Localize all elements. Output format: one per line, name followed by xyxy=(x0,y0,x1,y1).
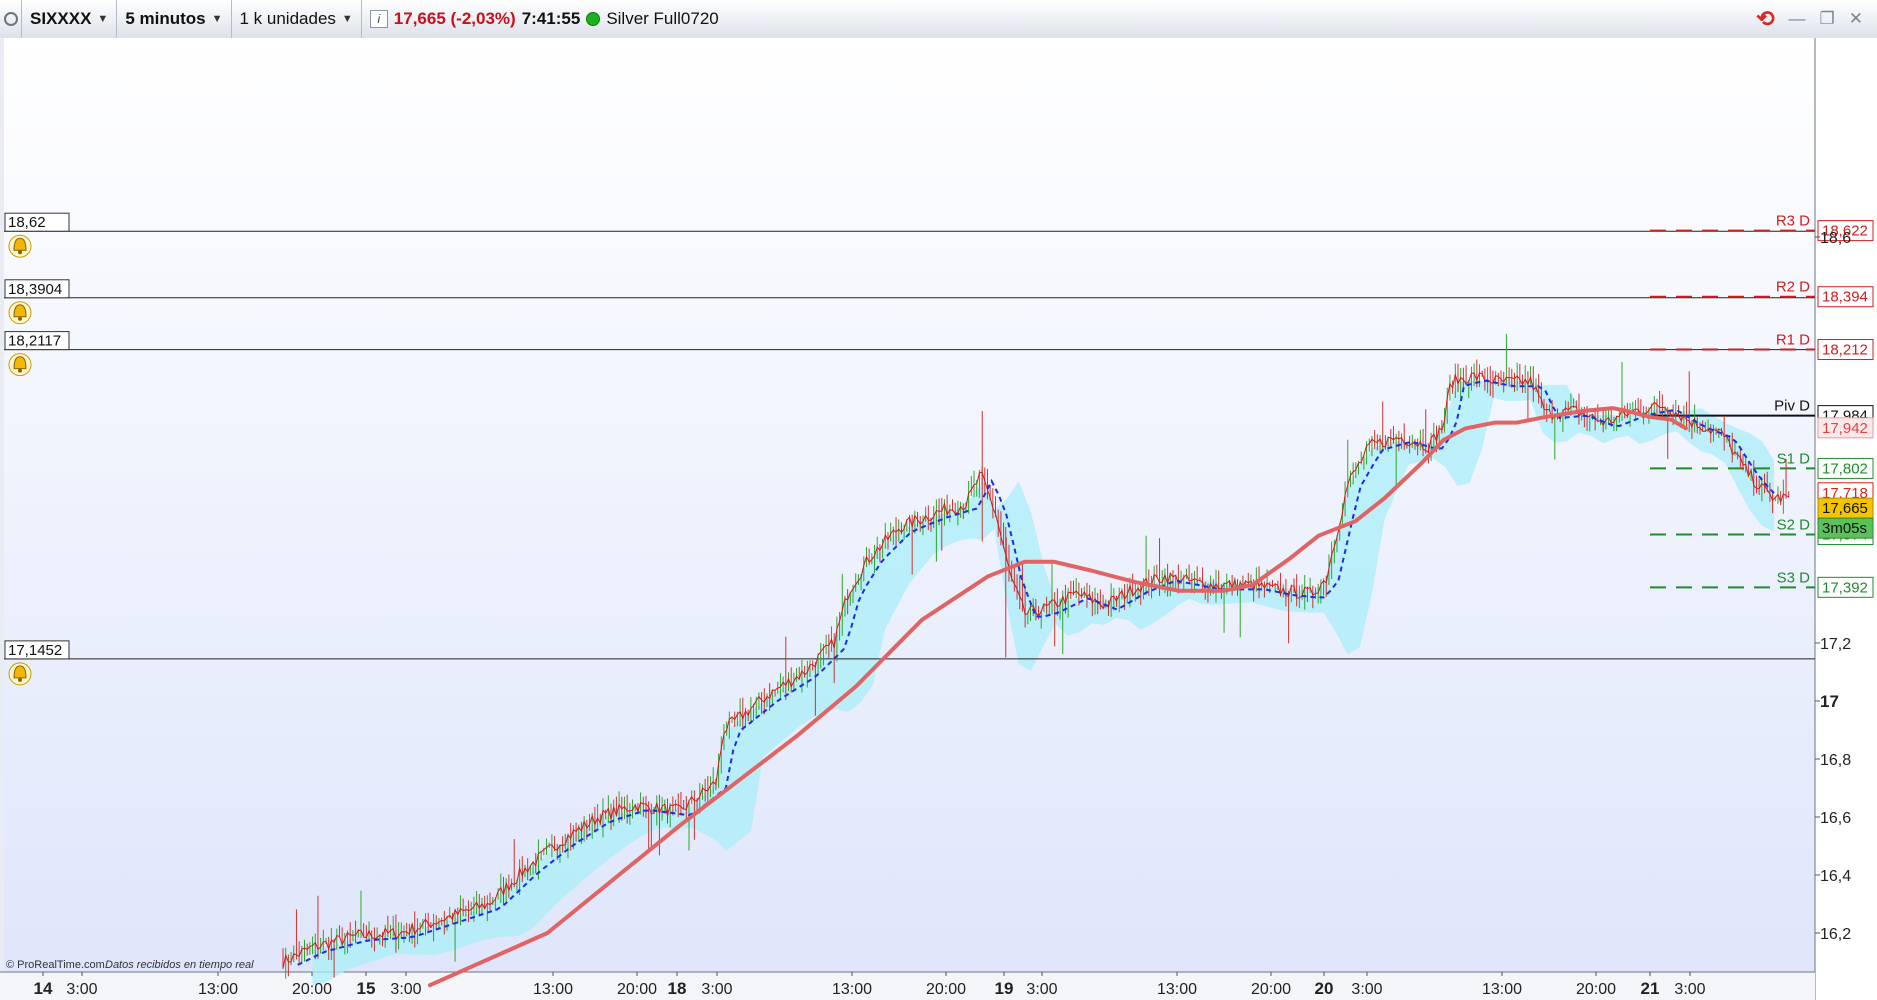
pivot-name: S3 D xyxy=(1777,569,1811,586)
realtime-note: Datos recibidos en tiempo real xyxy=(105,959,254,971)
trading-chart-window: SIXXXX ▼ 5 minutos ▼ 1 k unidades ▼ i 17… xyxy=(0,0,1877,1000)
pivot-name: R1 D xyxy=(1776,332,1810,349)
x-tick-label: 21 xyxy=(1641,979,1660,998)
minimize-icon[interactable]: — xyxy=(1789,9,1806,29)
axis-marker-label: 17,942 xyxy=(1822,420,1868,437)
pivot-name: R2 D xyxy=(1776,279,1810,296)
close-icon[interactable]: ✕ xyxy=(1849,9,1863,29)
y-tick-label: 16,2 xyxy=(1820,926,1851,943)
grip-handle[interactable] xyxy=(0,0,22,38)
x-tick-label: 3:00 xyxy=(1026,981,1057,998)
y-tick-label: 16,4 xyxy=(1820,868,1851,885)
bell-body xyxy=(13,304,27,318)
last-update-time: 7:41:55 xyxy=(521,9,581,28)
source-credit: © ProRealTime.com xyxy=(6,959,105,971)
x-tick-label: 13:00 xyxy=(533,981,573,998)
alert-label: 17,1452 xyxy=(8,642,62,659)
x-tick-label: 3:00 xyxy=(390,981,421,998)
x-tick-label: 20 xyxy=(1315,979,1334,998)
x-tick-label: 3:00 xyxy=(66,981,97,998)
pivot-price-label: 18,212 xyxy=(1822,342,1868,359)
bell-body xyxy=(13,665,27,679)
pivot-name: Piv D xyxy=(1774,398,1810,415)
bell-clapper xyxy=(18,250,22,255)
x-tick-label: 3:00 xyxy=(1351,981,1382,998)
y-tick-label: 16,6 xyxy=(1820,810,1851,827)
chart-canvas[interactable]: 18,6218,390418,211717,1452R3 D18,622R2 D… xyxy=(0,38,1877,1000)
price-info: i 17,665 (-2,03%) 7:41:55 Silver Full072… xyxy=(362,0,727,38)
restore-icon[interactable]: ❐ xyxy=(1820,9,1835,29)
y-tick-label: 18,6 xyxy=(1820,230,1851,247)
connection-label: Silver Full0720 xyxy=(606,9,719,28)
info-icon[interactable]: i xyxy=(369,10,388,28)
price-chart[interactable]: 18,62 18,3904 18,2117 17,1452 R3 D 18,622 R2 D… xyxy=(0,38,1877,1000)
units-selector[interactable]: 1 k unidades ▼ xyxy=(232,0,362,38)
units-label: 1 k unidades xyxy=(239,9,336,28)
x-tick-label: 19 xyxy=(995,979,1014,998)
chart-toolbar: SIXXXX ▼ 5 minutos ▼ 1 k unidades ▼ i 17… xyxy=(0,0,1877,39)
refresh-icon[interactable]: ⟲ xyxy=(1756,6,1774,32)
x-tick-label: 20:00 xyxy=(292,981,332,998)
x-tick-label: 20:00 xyxy=(617,981,657,998)
x-tick-label: 13:00 xyxy=(198,981,238,998)
alert-bell-icon[interactable] xyxy=(8,662,32,686)
ticker-selector[interactable]: SIXXXX ▼ xyxy=(22,0,118,38)
timeframe-label: 5 minutos xyxy=(125,9,206,28)
bell-body xyxy=(13,356,27,370)
pivot-price-label: 17,802 xyxy=(1822,460,1868,477)
pivot-name: R3 D xyxy=(1776,213,1810,230)
axis-marker-label: 17,665 xyxy=(1822,500,1868,517)
timeframe-selector[interactable]: 5 minutos ▼ xyxy=(117,0,232,38)
axis-marker-label: 3m05s xyxy=(1822,520,1867,537)
pivot-name: S1 D xyxy=(1777,450,1811,467)
x-tick-label: 13:00 xyxy=(832,981,872,998)
time-axis-background xyxy=(0,972,1815,1000)
x-tick-label: 3:00 xyxy=(701,981,732,998)
alert-bell-icon[interactable] xyxy=(8,301,32,325)
x-tick-label: 18 xyxy=(668,979,687,998)
y-tick-label: 17 xyxy=(1820,692,1839,711)
alert-bell-icon[interactable] xyxy=(8,353,32,377)
window-controls: ⟲ — ❐ ✕ xyxy=(1756,6,1863,32)
alert-label: 18,62 xyxy=(8,214,46,231)
bell-clapper xyxy=(18,316,22,321)
alert-label: 18,3904 xyxy=(8,281,62,298)
plot-background xyxy=(4,38,1815,972)
pivot-name: S2 D xyxy=(1777,517,1811,534)
x-tick-label: 13:00 xyxy=(1157,981,1197,998)
bell-body xyxy=(13,237,27,251)
bell-clapper xyxy=(18,677,22,682)
caret-down-icon: ▼ xyxy=(341,13,353,25)
x-tick-label: 20:00 xyxy=(1576,981,1616,998)
x-tick-label: 13:00 xyxy=(1482,981,1522,998)
y-tick-label: 17,2 xyxy=(1820,636,1851,653)
left-gutter xyxy=(0,38,4,1000)
caret-down-icon: ▼ xyxy=(211,13,223,25)
bell-clapper xyxy=(18,368,22,373)
x-tick-label: 20:00 xyxy=(1251,981,1291,998)
price-change: 17,665 (-2,03%) xyxy=(393,9,516,28)
y-tick-label: 16,8 xyxy=(1820,752,1851,769)
x-tick-label: 20:00 xyxy=(926,981,966,998)
caret-down-icon: ▼ xyxy=(97,13,109,25)
x-tick-label: 14 xyxy=(34,979,53,998)
ticker-label: SIXXXX xyxy=(30,9,92,28)
alert-bell-icon[interactable] xyxy=(8,234,32,258)
x-tick-label: 3:00 xyxy=(1674,981,1705,998)
alert-label: 18,2117 xyxy=(8,333,61,350)
pivot-price-label: 17,392 xyxy=(1822,579,1868,596)
x-tick-label: 15 xyxy=(357,979,376,998)
grip-icon xyxy=(3,12,18,26)
connection-status-icon xyxy=(586,12,601,26)
pivot-price-label: 18,394 xyxy=(1822,289,1868,306)
